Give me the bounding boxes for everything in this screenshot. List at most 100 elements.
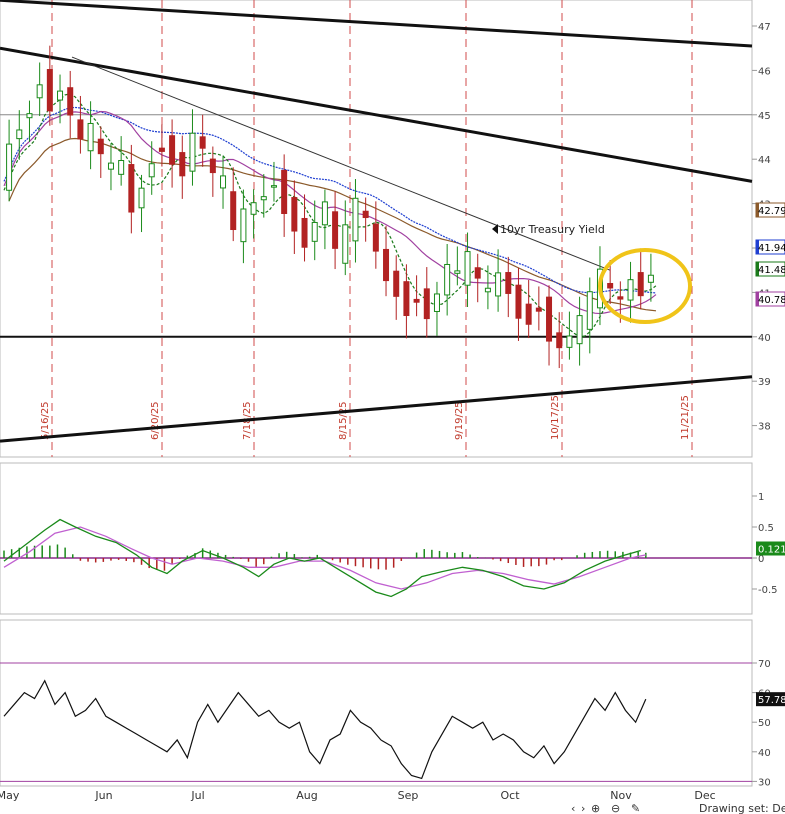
event-date-label: 6/20/25 [150,401,161,440]
candle-body[interactable] [444,263,451,296]
candle-body[interactable] [87,122,94,152]
candle-body[interactable] [566,335,573,348]
candle-body[interactable] [260,196,267,201]
candle-body[interactable] [281,169,288,214]
candle-body[interactable] [535,307,542,312]
candle-body[interactable] [26,113,33,119]
candle-body[interactable] [637,272,644,297]
candle-body[interactable] [36,84,43,99]
scroll-left-icon[interactable]: ‹ [571,802,575,814]
candle-body[interactable] [77,119,84,140]
candle-body[interactable] [67,87,74,116]
macd-plot-area[interactable] [0,462,753,615]
macd-tick-label: 0.5 [758,523,774,534]
month-label: Oct [500,789,520,802]
candle-body[interactable] [209,158,216,174]
candle-body[interactable] [16,129,23,140]
candle-body[interactable] [118,160,125,175]
candle-body[interactable] [546,296,553,342]
price-tick-label: 47 [758,22,771,33]
candle-body[interactable] [342,224,349,264]
candle-body[interactable] [107,162,114,170]
candle-body[interactable] [311,221,318,242]
candle-body[interactable] [240,208,247,243]
candle-body[interactable] [6,143,13,191]
candle-body[interactable] [495,272,502,297]
candle-body[interactable] [230,191,237,231]
candle-body[interactable] [362,210,369,219]
candle-body[interactable] [647,274,654,283]
month-label: Jul [190,789,204,802]
candle-body[interactable] [128,164,135,213]
candle-body[interactable] [97,138,104,155]
candle-body[interactable] [474,267,481,279]
candle-body[interactable] [393,270,400,297]
candle-body[interactable] [576,315,583,345]
candle-body[interactable] [454,270,461,274]
candle-body[interactable] [301,217,308,248]
candle-body[interactable] [352,197,359,242]
candle-body[interactable] [332,211,339,249]
candle-body[interactable] [383,248,390,282]
candle-body[interactable] [270,185,277,188]
rsi-plot-area[interactable] [0,619,753,787]
zoom-out-icon[interactable]: ⊖ [611,802,620,814]
price-tick-label: 44 [758,155,771,166]
time-axis: May Jun Jul Aug Sep Oct Nov Dec [0,789,716,802]
zoom-in-icon[interactable]: ⊕ [591,802,600,814]
month-label: Dec [694,789,715,802]
candle-body[interactable] [525,303,532,325]
candle-body[interactable] [46,69,53,112]
candle-body[interactable] [189,132,196,172]
candle-body[interactable] [403,281,410,317]
candle-body[interactable] [505,272,512,294]
candle-body[interactable] [413,298,420,303]
candle-body[interactable] [169,135,176,165]
price-tick-label: 38 [758,422,771,433]
candle-body[interactable] [179,152,186,177]
event-date-label: 9/19/25 [454,401,465,440]
macd-panel[interactable]: 1 0.5 0 -0.5 0.121 [0,462,785,615]
last-value-text: 41.94 [758,243,785,254]
stock-chart[interactable]: 474645444342414039385/16/256/20/257/18/2… [0,0,785,814]
candle-body[interactable] [556,332,563,349]
candle-body[interactable] [423,288,430,320]
rsi-last-value-text: 57.78 [758,695,785,706]
event-date-label: 5/16/25 [40,401,51,440]
last-value-text: 42.79 [758,206,785,217]
candle-body[interactable] [607,282,614,289]
candle-body[interactable] [433,293,440,312]
candle-body[interactable] [586,291,593,330]
pencil-icon[interactable]: ✎ [631,802,640,814]
candle-body[interactable] [158,147,165,152]
month-label: Sep [398,789,419,802]
candle-body[interactable] [250,202,257,215]
candle-body[interactable] [291,197,298,232]
scroll-right-icon[interactable]: › [581,802,585,814]
chart-canvas[interactable]: 474645444342414039385/16/256/20/257/18/2… [0,0,785,814]
rsi-tick-label: 70 [758,659,771,670]
candle-body[interactable] [220,175,227,189]
rsi-tick-label: 50 [758,718,771,729]
annotation-label: 10yr Treasury Yield [500,223,605,236]
macd-last-value-text: 0.121 [758,544,785,555]
price-panel[interactable]: 474645444342414039385/16/256/20/257/18/2… [0,0,785,458]
last-value-text: 40.78 [758,295,785,306]
event-date-label: 8/15/25 [338,401,349,440]
candle-body[interactable] [464,251,471,286]
price-tick-label: 45 [758,111,771,122]
rsi-panel[interactable]: 706050403057.78 [0,619,785,788]
footer-toolbar[interactable]: Drawing set: Def ‹ › ⊕ ⊖ ✎ [571,802,785,814]
candle-body[interactable] [617,296,624,300]
month-label: Nov [610,789,632,802]
candle-body[interactable] [484,287,491,293]
candle-body[interactable] [627,279,634,301]
candle-body[interactable] [199,136,206,149]
candle-body[interactable] [57,90,64,101]
candle-body[interactable] [138,187,145,209]
candle-body[interactable] [372,223,379,252]
rsi-tick-label: 40 [758,748,771,759]
candle-body[interactable] [148,163,155,178]
candle-body[interactable] [515,284,522,319]
candle-body[interactable] [321,201,328,226]
